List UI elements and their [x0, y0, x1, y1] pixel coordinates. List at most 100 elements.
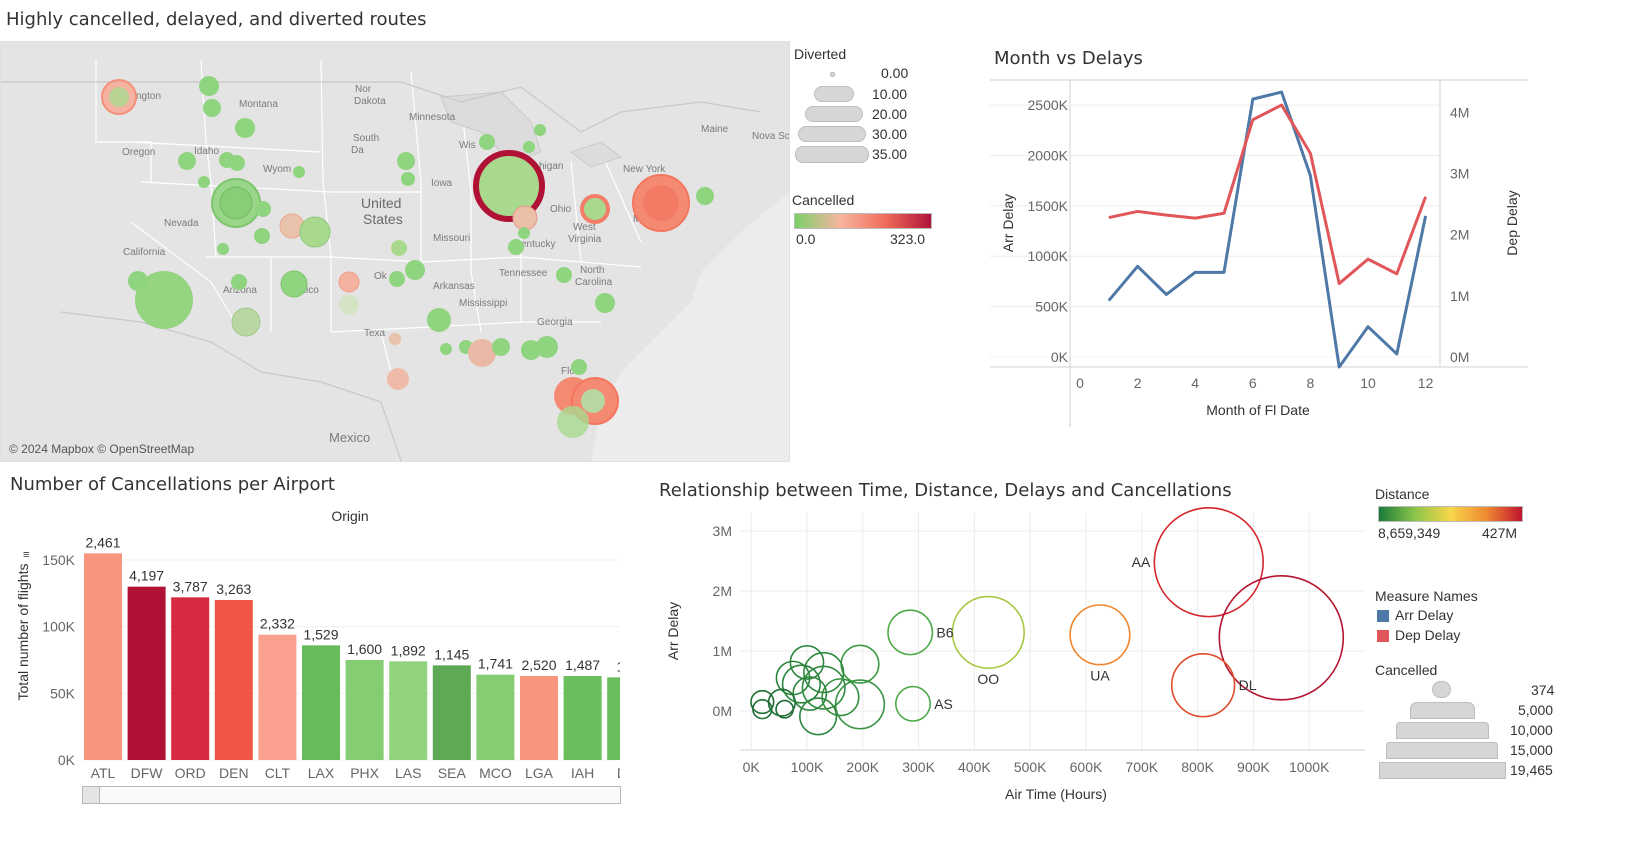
airport-marker	[523, 141, 535, 153]
bar-category-ord: ORD	[175, 765, 206, 781]
line-chart-x-tick: 6	[1249, 375, 1257, 391]
airport-marker	[557, 406, 589, 438]
airport-marker	[199, 76, 219, 96]
bubble-8	[834, 679, 886, 730]
airport-marker	[339, 295, 359, 315]
bar-label-clt: 2,332	[260, 616, 295, 632]
label-west-virginia-b: Virginia	[568, 234, 602, 245]
airport-marker	[338, 271, 360, 293]
bar-chart-scrollbar[interactable]	[82, 786, 621, 804]
line-series-arr-delay	[1107, 90, 1428, 369]
airport-marker	[580, 194, 610, 224]
label-missouri: Missouri	[433, 233, 470, 244]
label-iowa: Iowa	[431, 178, 453, 189]
airport-marker	[595, 293, 615, 313]
bar-chart-y-tick: 150K	[42, 552, 75, 568]
scatter-y-label: Arr Delay	[665, 602, 681, 660]
line-chart-title: Month vs Delays	[994, 48, 1143, 69]
map-attribution: © 2024 Mapbox © OpenStreetMap	[9, 442, 194, 456]
cancelled-size-10000	[1396, 722, 1489, 739]
airport-marker	[440, 343, 452, 355]
map-title: Highly cancelled, delayed, and diverted …	[6, 9, 427, 30]
label-south-dakota-a: South	[353, 133, 379, 144]
scatter-x-label: Air Time (Hours)	[1005, 786, 1107, 802]
bubble-label-aa: AA	[1132, 554, 1151, 570]
bar-label-dfw: 4,197	[129, 568, 164, 584]
line-chart-x-tick: 2	[1134, 375, 1142, 391]
label-mississippi: Mississippi	[459, 298, 507, 309]
bar-category-lga: LGA	[525, 765, 554, 781]
airport-marker	[387, 368, 409, 390]
cancelled-size-5000	[1410, 702, 1475, 719]
diverted-legend-title: Diverted	[794, 46, 847, 62]
label-south-dakota-b: Da	[351, 145, 364, 156]
diverted-size-35	[795, 146, 869, 163]
bar-label-las: 1,892	[391, 642, 426, 658]
sort-icon: ≡	[23, 549, 29, 561]
line-chart-y2-tick: 4M	[1450, 104, 1469, 120]
scrollbar-thumb[interactable]	[83, 787, 100, 803]
diverted-value-0: 0.00	[881, 65, 909, 81]
line-chart-y-tick: 2500K	[1028, 97, 1069, 113]
line-chart-x-tick: 0	[1076, 375, 1084, 391]
label-maine: Maine	[701, 124, 729, 135]
scatter-x-tick: 100K	[791, 759, 824, 775]
arr-delay-swatch	[1377, 610, 1389, 622]
line-chart-y2-tick: 2M	[1450, 227, 1469, 243]
airport-marker	[217, 243, 229, 255]
bar-clt	[258, 634, 297, 760]
airport-marker	[293, 166, 305, 178]
airport-marker	[203, 99, 221, 117]
label-minnesota: Minn⁠esota	[409, 112, 456, 123]
airport-marker	[109, 87, 129, 107]
diverted-value-35: 35.00	[872, 146, 908, 162]
cancelled-size-value-19465: 19,465	[1510, 762, 1553, 778]
distance-legend-title: Distance	[1375, 486, 1430, 502]
label-united: United	[361, 195, 401, 211]
measure-legend-title: Measure Names	[1375, 588, 1478, 604]
cancelled-legend-min: 0.0	[796, 231, 816, 247]
line-chart-y-tick: 2000K	[1028, 148, 1069, 164]
bar-chart-y-label: Total number of flights	[15, 564, 31, 701]
airport-marker	[389, 271, 405, 287]
scatter-x-tick: 200K	[846, 759, 879, 775]
bar-category-mco: MCO	[479, 765, 512, 781]
scatter-chart: 0K 100K 200K 300K 400K 500K 600K 700K 800K 900K 10…	[665, 506, 1365, 802]
bubble-b6	[887, 609, 934, 656]
bar-dt	[607, 677, 620, 760]
bar-atl	[84, 553, 122, 760]
dep-delay-label: Dep Delay	[1395, 627, 1461, 643]
bar-label-ord: 3,787	[173, 578, 208, 594]
scatter-y-tick: 0M	[713, 703, 732, 719]
map-canvas: ngton Montana Nor Dakota Minn⁠esota Wis …	[1, 42, 789, 461]
bar-label-dt: 1,0	[616, 658, 636, 674]
distance-legend-min: 8,659,349	[1378, 525, 1441, 541]
bar-mco	[476, 674, 515, 760]
airport-marker	[255, 201, 271, 217]
bubble-16	[799, 697, 838, 736]
bar-category-lax: LAX	[308, 765, 335, 781]
line-chart-y2-label: Dep Delay	[1504, 190, 1520, 255]
cancelled-size-value-5000: 5,000	[1518, 702, 1554, 718]
cancelled-legend-title: Cancelled	[792, 192, 855, 208]
bar-chart-y-tick: 0K	[58, 752, 76, 768]
airport-marker	[508, 239, 524, 255]
label-north-carolina-a: North	[580, 265, 604, 276]
map-view[interactable]: ngton Montana Nor Dakota Minn⁠esota Wis …	[0, 41, 790, 462]
airport-marker	[231, 307, 261, 337]
label-north-dakota-b: Dakota	[354, 96, 386, 107]
bar-category-las: LAS	[395, 765, 421, 781]
scatter-y-tick: 2M	[713, 583, 732, 599]
bar-label-phx: 1,600	[347, 641, 382, 657]
scatter-x-tick: 0K	[743, 759, 761, 775]
scatter-y-tick: 3M	[713, 523, 732, 539]
label-mexico: Mexico	[329, 430, 370, 445]
label-wyoming: Wyom	[263, 164, 291, 175]
airport-marker	[696, 187, 714, 205]
bubble-dl	[1170, 652, 1236, 718]
line-chart-y-tick: 500K	[1035, 299, 1068, 315]
label-nevada: Nevada	[164, 218, 199, 229]
airport-marker	[581, 389, 605, 413]
line-chart-y2-tick: 0M	[1450, 349, 1469, 365]
bar-chart-title: Number of Cancellations per Airport	[10, 474, 335, 495]
